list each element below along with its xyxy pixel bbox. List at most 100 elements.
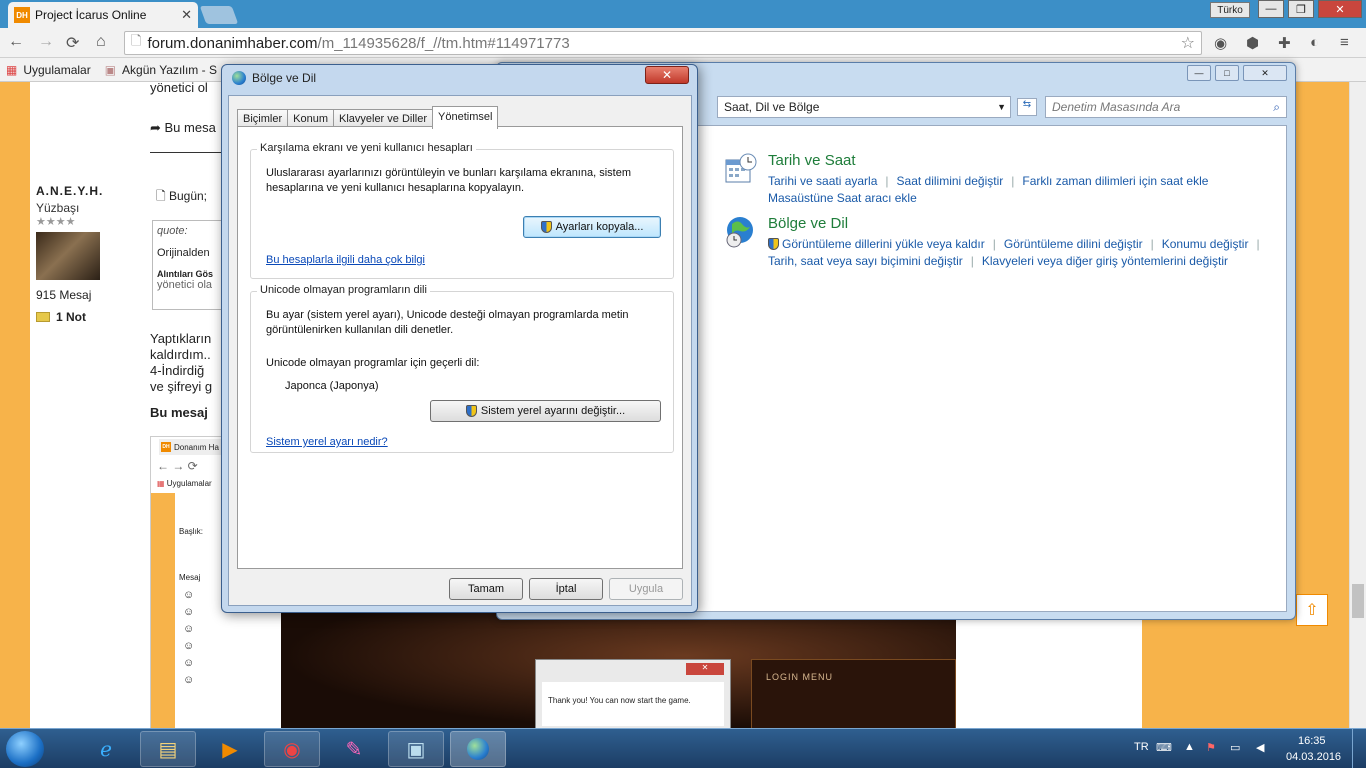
chrome-icon[interactable]: ◉ [264,731,320,767]
cp-region-title[interactable]: Bölge ve Dil [768,215,1268,232]
bookmark-akgun[interactable]: Akgün Yazılım - S [122,63,217,77]
page-scrollbar[interactable] [1349,82,1366,728]
show-desktop-button[interactable] [1352,729,1366,768]
start-button[interactable] [6,731,44,767]
bookmark-apps[interactable]: Uygulamalar [23,63,90,77]
apps-grid-icon: ▦ [157,479,167,488]
message-count: 915 Mesaj [36,288,92,302]
keyboard-icon[interactable]: ⌨ [1156,741,1172,754]
chevron-down-icon[interactable]: ▼ [997,102,1006,112]
note-count[interactable]: 1 Not [56,310,86,324]
embedded-nav-icons: ← → ⟳ [157,459,198,473]
game-dialog-text: Thank you! You can now start the game. [542,682,724,726]
dialog-titlebar[interactable]: Bölge ve Dil [222,65,697,91]
quote-text: Orijinalden [157,247,210,259]
avatar[interactable] [36,232,100,280]
post-body-line: kaldırdım.. [150,347,211,362]
rank-stars: ★★★★ [36,216,76,228]
address-bar[interactable]: 🗋 forum.donanimhaber.com/m_114935628/f_/… [124,31,1202,55]
non-unicode-description: Bu ayar (sistem yerel ayarı), Unicode de… [266,309,629,336]
action-center-icon[interactable]: ⚑ [1206,741,1216,754]
back-icon[interactable]: ← [8,33,24,51]
menu-icon[interactable]: ≡ [1340,34,1349,51]
cp-address-text: Saat, Dil ve Bölge [724,100,820,114]
language-indicator[interactable]: TR [1134,741,1149,753]
url-host: forum.donanimhaber.com [147,34,318,52]
scrollbar-thumb[interactable] [1352,584,1364,618]
clock-time[interactable]: 16:35 [1298,735,1326,747]
post-body-line: Bu mesaj [150,405,208,420]
tab-title: Project İcarus Online [35,8,147,22]
change-locale-button[interactable]: Sistem yerel ayarını değiştir... [430,400,661,422]
user-name[interactable]: A.N.E.Y.H. [36,184,146,198]
profile-button[interactable]: Türko [1210,2,1250,18]
post-body-line: 4-İndirdiğ [150,363,205,378]
bookmark-star-icon[interactable]: ☆ [1181,33,1195,53]
close-button[interactable]: ✕ [1318,0,1362,18]
link-install-display-lang[interactable]: Görüntüleme dillerini yükle veya kaldır [782,237,985,251]
scroll-top-button[interactable]: ⇧ [1296,594,1328,626]
cp-group-datetime: Tarih ve Saat Tarihi ve saati ayarla | Saa… [724,152,1208,207]
media-player-icon[interactable]: ▶ [202,731,258,767]
link-add-clocks[interactable]: Farklı zaman dilimleri için saat ekle [1022,174,1208,188]
maximize-button[interactable]: ❐ [1288,0,1314,18]
cp-datetime-title[interactable]: Tarih ve Saat [768,152,1208,169]
reply-arrow-icon: ➦ [150,120,165,135]
extension-puzzle-icon[interactable]: ✚ [1278,34,1291,52]
dialog-close-button[interactable]: ✕ [645,66,689,84]
cp-maximize-button[interactable]: □ [1215,65,1239,81]
accounts-info-link[interactable]: Bu hesaplarla ilgili daha çok bilgi [266,254,425,266]
control-panel-icon[interactable]: ▣ [388,731,444,767]
volume-icon[interactable]: ◀ [1256,741,1264,754]
search-icon[interactable]: ⌕ [1273,100,1280,115]
clock-date[interactable]: 04.03.2016 [1286,751,1341,763]
minimize-button[interactable]: — [1258,0,1284,18]
user-card: A.N.E.Y.H. Yüzbaşı ★★★★ 915 Mesaj 1 Not [36,184,146,324]
refresh-icon[interactable]: ⇆ [1017,98,1037,116]
embedded-label-msg: Mesaj [179,573,201,582]
browser-tab[interactable]: DH Project İcarus Online ✕ [8,2,198,28]
cancel-button[interactable]: İptal [529,578,603,600]
link-set-date-time[interactable]: Tarihi ve saati ayarla [768,174,877,188]
cp-minimize-button[interactable]: — [1187,65,1211,81]
page-icon: 🗋 [131,33,142,48]
region-dialog-taskbar-icon[interactable] [450,731,506,767]
quote-cite[interactable]: Alıntıları Gös [157,269,219,279]
cp-address-bar[interactable]: Saat, Dil ve Bölge ▼ [717,96,1011,118]
tray-arrow-icon[interactable]: ▲ [1184,741,1195,753]
link-change-keyboards[interactable]: Klavyeleri veya diğer giriş yöntemlerini… [982,254,1228,268]
tab-close-icon[interactable]: ✕ [181,7,192,23]
globe-icon [467,738,489,760]
link-change-formats[interactable]: Tarih, saat veya sayı biçimini değiştir [768,254,963,268]
tab-administrative[interactable]: Yönetimsel [432,106,499,129]
extension-icon[interactable]: ⬢ [1246,34,1259,52]
paint-icon[interactable]: ✎ [326,731,382,767]
forward-icon[interactable]: → [38,33,54,51]
reply-link[interactable]: ➦ Bu mesa [150,120,216,136]
internet-explorer-icon[interactable]: ℯ [78,731,134,767]
reload-icon[interactable]: ⟳ [66,33,79,53]
cp-close-button[interactable]: ✕ [1243,65,1287,81]
extension-icon[interactable]: ◐ [1310,34,1319,51]
smiley-icons: ☺ ☺ ☺ ☺ ☺ ☺ [183,589,195,686]
ok-button[interactable]: Tamam [449,578,523,600]
home-icon[interactable]: ⌂ [96,33,106,51]
explorer-folder-icon[interactable]: ▤ [140,731,196,767]
link-add-clock-gadget[interactable]: Masaüstüne Saat aracı ekle [768,191,917,205]
cp-search-placeholder: Denetim Masasında Ara [1052,100,1181,114]
extension-icon[interactable]: ◉ [1214,34,1227,52]
new-tab-button[interactable] [199,6,239,24]
embedded-label-title: Başlık: [179,527,204,536]
copy-settings-button[interactable]: Ayarları kopyala... [523,216,661,238]
link-change-display-lang[interactable]: Görüntüleme dilini değiştir [1004,237,1143,251]
game-dialog: ✕ Thank you! You can now start the game. [535,659,731,729]
region-language-dialog: Bölge ve Dil ✕ Biçimler Konum Klavyeler … [221,64,698,613]
link-change-timezone[interactable]: Saat dilimini değiştir [897,174,1004,188]
link-change-location[interactable]: Konumu değiştir [1162,237,1249,251]
welcome-description: Uluslararası ayarlarınızı görüntüleyin v… [266,167,631,194]
cp-search-input[interactable]: Denetim Masasında Ara ⌕ [1045,96,1287,118]
locale-info-link[interactable]: Sistem yerel ayarı nedir? [266,436,388,448]
quote-label: quote: [157,225,188,237]
post-fragment: yönetici ol [150,80,208,95]
network-icon[interactable]: ▭ [1230,741,1240,754]
